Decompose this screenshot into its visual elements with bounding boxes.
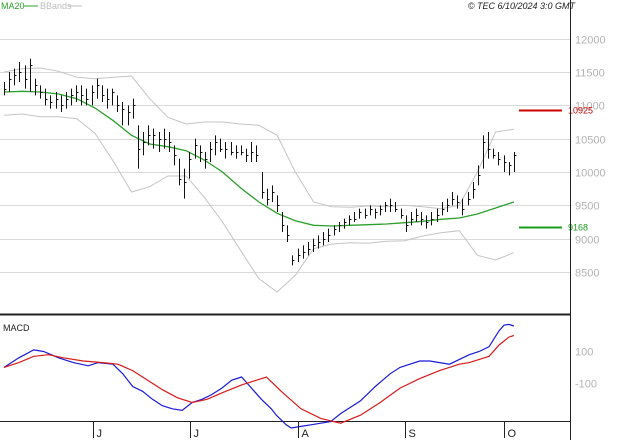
- legend-bbands: BBands: [40, 1, 72, 11]
- price-tick-label: 9000: [575, 235, 599, 247]
- month-label: J: [194, 428, 200, 440]
- price-tick-label: 12000: [575, 35, 606, 47]
- copyright-text: © TEC 6/10/2024 3:0 GMT: [468, 1, 577, 11]
- month-label: A: [302, 428, 310, 440]
- price-tick-label: 11500: [575, 68, 605, 80]
- macd-tick-label: -100: [575, 378, 597, 390]
- macd-title: MACD: [3, 323, 30, 333]
- macd-tick-label: 100: [575, 346, 593, 358]
- price-tick-label: 10000: [575, 168, 606, 180]
- chart-background: [0, 0, 627, 440]
- price-tick-label: 10500: [575, 135, 606, 147]
- chart-legend: MA20 BBands: [1, 1, 82, 11]
- month-label: J: [97, 428, 103, 440]
- price-level-label: 10925: [568, 106, 593, 116]
- price-level-label: 9168: [568, 223, 588, 233]
- price-tick-label: 9500: [575, 201, 599, 213]
- legend-ma20: MA20: [1, 1, 25, 11]
- stock-chart: MA20 BBands © TEC 6/10/2024 3:0 GMT 8500…: [0, 0, 627, 440]
- price-tick-label: 8500: [575, 268, 599, 280]
- month-label: O: [508, 428, 517, 440]
- month-label: S: [409, 428, 416, 440]
